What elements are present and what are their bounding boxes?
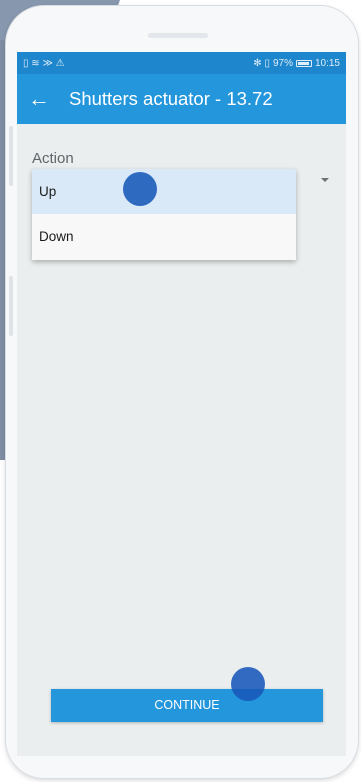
page-title: Shutters actuator - 13.72 — [69, 88, 273, 109]
app-bar: ← Shutters actuator - 13.72 — [17, 74, 346, 124]
touch-indicator — [231, 667, 265, 701]
continue-button[interactable]: CONTINUE — [51, 689, 323, 722]
status-bar: ▯ ≋ ≫ ⚠ ✻ ▯ 97% 10:15 — [17, 52, 346, 74]
status-right: ✻ ▯ 97% 10:15 — [253, 58, 340, 69]
menu-item-down[interactable]: Down — [32, 214, 296, 259]
speaker-grille — [148, 33, 208, 38]
status-left-icons: ▯ ≋ ≫ ⚠ — [23, 58, 65, 69]
menu-item-up[interactable]: Up — [32, 169, 296, 214]
screen: ▯ ≋ ≫ ⚠ ✻ ▯ 97% 10:15 ← Shutters actuato… — [17, 52, 346, 756]
dropdown-arrow-icon[interactable] — [321, 178, 329, 182]
clock: 10:15 — [314, 57, 340, 69]
back-arrow-icon[interactable]: ← — [17, 74, 61, 124]
phone-frame: ▯ ≋ ≫ ⚠ ✻ ▯ 97% 10:15 ← Shutters actuato… — [6, 6, 358, 778]
bluetooth-vibrate-icon: ✻ ▯ — [253, 57, 270, 69]
power-button — [9, 276, 13, 336]
touch-indicator — [123, 172, 157, 206]
battery-icon — [295, 59, 312, 67]
volume-button — [9, 126, 13, 186]
action-dropdown-menu: Up Down — [32, 169, 296, 260]
status-icons: ▯ ≋ ≫ ⚠ — [23, 57, 65, 69]
action-label: Action — [32, 150, 74, 167]
battery-percent: 97% — [272, 57, 293, 69]
